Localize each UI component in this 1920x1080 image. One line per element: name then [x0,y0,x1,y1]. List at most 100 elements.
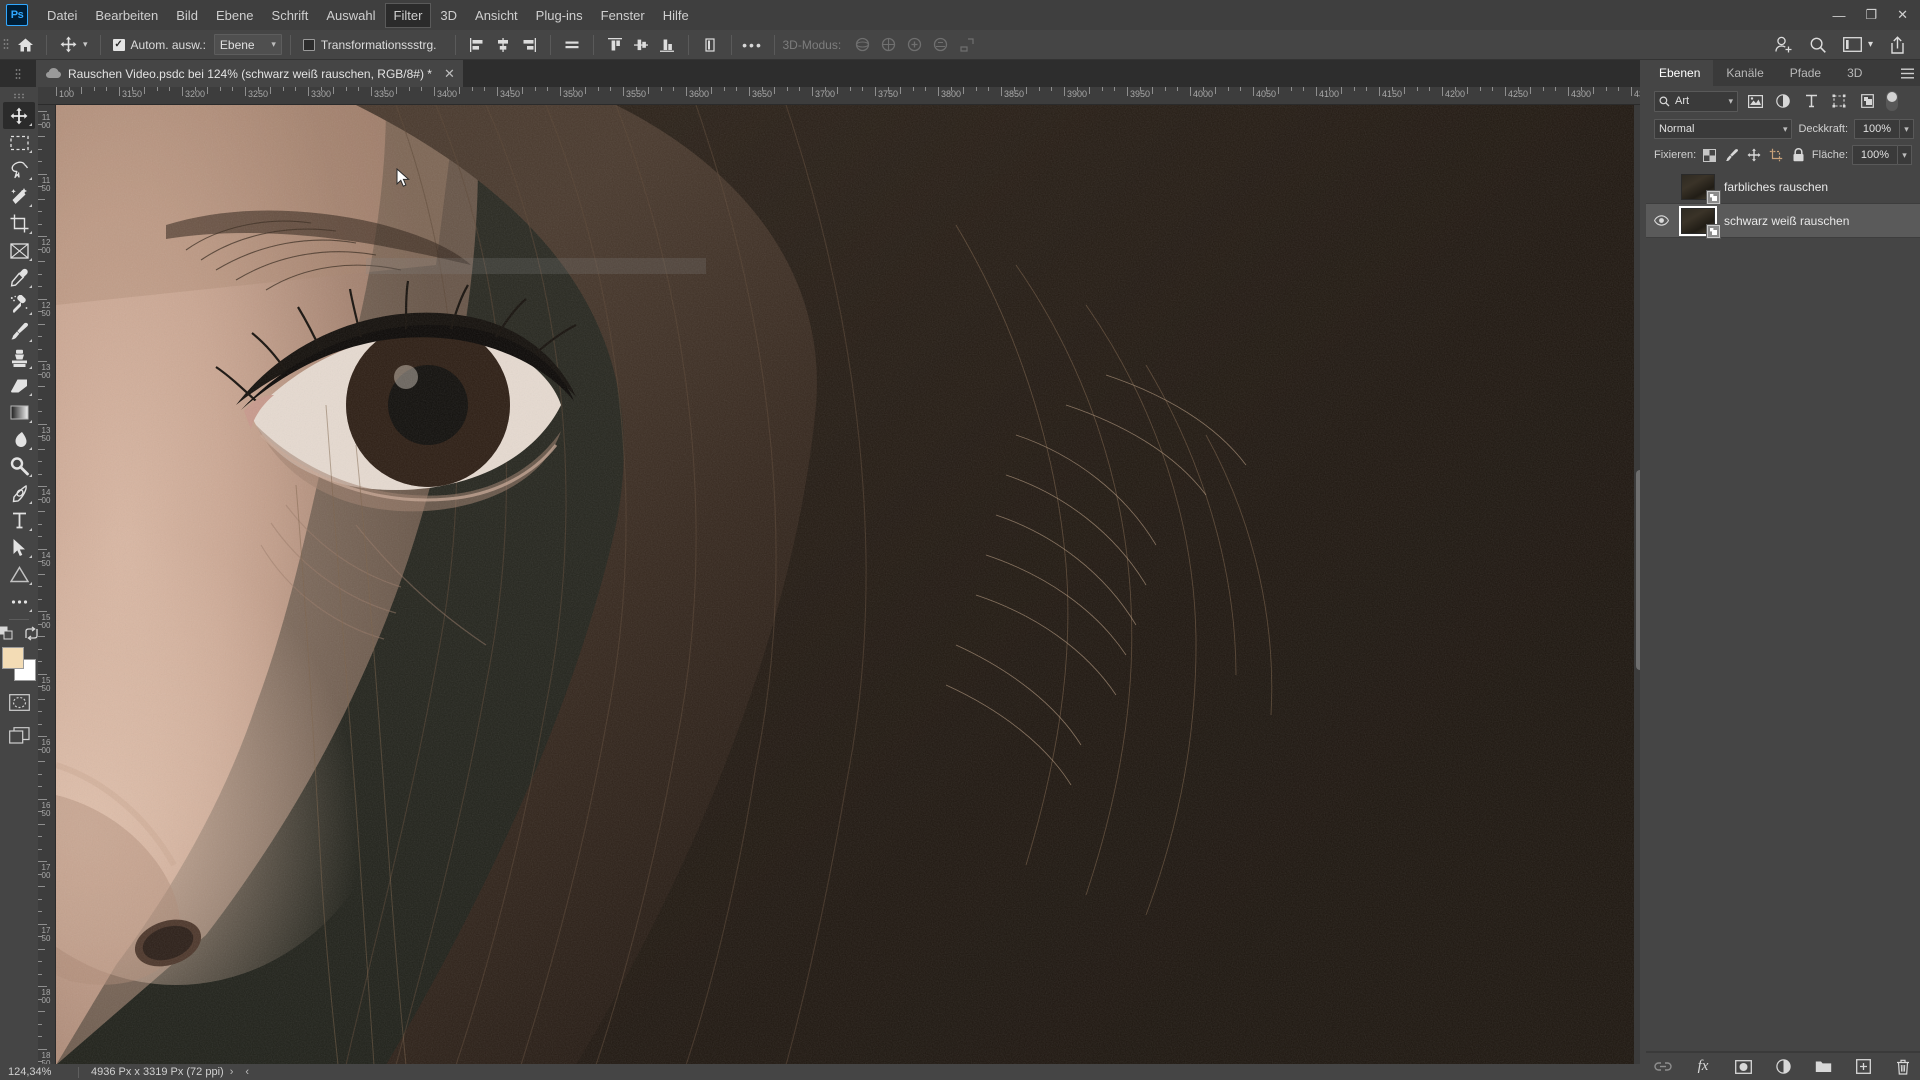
opacity-value[interactable]: 100% [1854,119,1900,139]
layer-filter-type-dropdown[interactable]: Art ▾ [1654,91,1738,112]
align-right-edges-icon[interactable] [518,34,540,56]
align-horizontal-centers-icon[interactable] [492,34,514,56]
auto-select-checkbox[interactable] [113,39,125,51]
tab-3d[interactable]: 3D [1834,60,1875,86]
zoom-level[interactable]: 124,34% [0,1066,78,1078]
new-group-icon[interactable] [1813,1057,1833,1077]
menu-item-plug-ins[interactable]: Plug-ins [527,3,592,28]
menu-item-ebene[interactable]: Ebene [207,3,263,28]
tab-pfade[interactable]: Pfade [1777,60,1834,86]
new-layer-icon[interactable] [1853,1057,1873,1077]
quick-mask-icon[interactable] [3,689,35,716]
menu-item-filter[interactable]: Filter [385,3,432,28]
menu-item-datei[interactable]: Datei [38,3,86,28]
search-icon[interactable] [1809,36,1827,54]
menu-item-auswahl[interactable]: Auswahl [317,3,384,28]
auto-select-checkbox-group[interactable]: Autom. ausw.: [113,38,206,52]
delete-layer-icon[interactable] [1893,1057,1913,1077]
filter-shape-icon[interactable] [1828,90,1850,112]
auto-select-scope-dropdown[interactable]: Ebene ▾ [214,34,282,55]
gradient-tool[interactable] [3,399,35,426]
pen-tool[interactable] [3,480,35,507]
distribute-icon[interactable] [699,34,721,56]
menu-item-bild[interactable]: Bild [167,3,207,28]
close-icon[interactable]: ✕ [444,69,455,79]
default-colors-icon[interactable] [0,626,14,641]
blur-tool[interactable] [3,426,35,453]
layer-thumbnail[interactable] [1678,206,1718,236]
lock-position-icon[interactable] [1745,145,1763,165]
add-user-icon[interactable] [1774,35,1793,54]
menu-item-hilfe[interactable]: Hilfe [654,3,698,28]
eraser-tool[interactable] [3,372,35,399]
blend-mode-dropdown[interactable]: Normal ▾ [1654,119,1792,139]
move-tool[interactable] [3,102,35,129]
close-window-button[interactable]: ✕ [1897,7,1908,23]
align-vertical-centers-icon[interactable] [630,34,652,56]
tool-preset-chevron-icon[interactable]: ▾ [83,39,88,50]
filter-pixel-icon[interactable] [1744,90,1766,112]
menu-item-fenster[interactable]: Fenster [592,3,654,28]
transform-controls-checkbox-group[interactable]: Transformationssstrg. [303,38,437,52]
lock-all-icon[interactable] [1790,145,1808,165]
rectangular-marquee-tool[interactable] [3,129,35,156]
share-icon[interactable] [1889,36,1906,54]
fill-chevron-icon[interactable]: ▾ [1898,145,1912,165]
brush-tool[interactable] [3,318,35,345]
home-icon[interactable] [12,32,38,58]
menu-item-bearbeiten[interactable]: Bearbeiten [86,3,167,28]
foreground-color-swatch[interactable] [2,647,24,669]
status-next-icon[interactable]: › [224,1066,240,1078]
layer-row[interactable]: schwarz weiß rauschen [1646,204,1920,238]
document-tab[interactable]: Rauschen Video.psdc bei 124% (schwarz we… [36,60,464,87]
filter-adjustment-icon[interactable] [1772,90,1794,112]
menu-item-ansicht[interactable]: Ansicht [466,3,527,28]
lock-image-pixels-icon[interactable] [1723,145,1741,165]
canvas-viewport[interactable] [56,105,1634,1065]
crop-tool[interactable] [3,210,35,237]
status-prev-icon[interactable]: ‹ [239,1066,255,1078]
options-bar-grip[interactable] [0,30,12,60]
horizontal-type-tool[interactable] [3,507,35,534]
move-tool-icon[interactable] [55,32,81,58]
tab-ebenen[interactable]: Ebenen [1646,60,1713,86]
layer-row[interactable]: farbliches rauschen [1646,170,1920,204]
filters-on-off-toggle[interactable] [1886,91,1898,111]
swap-colors-icon[interactable] [24,626,39,641]
workspace-switcher[interactable]: ▾ [1843,37,1873,52]
dodge-tool[interactable] [3,453,35,480]
toolbar-grip[interactable] [12,90,26,102]
align-middle-icon[interactable] [561,34,583,56]
align-left-edges-icon[interactable] [466,34,488,56]
link-layers-icon[interactable] [1653,1057,1673,1077]
layer-visibility-toggle[interactable] [1650,215,1672,226]
align-bottom-edges-icon[interactable] [656,34,678,56]
lock-transparent-pixels-icon[interactable] [1700,145,1718,165]
align-top-edges-icon[interactable] [604,34,626,56]
panel-menu-icon[interactable] [1894,60,1920,86]
clone-stamp-tool[interactable] [3,345,35,372]
shape-tool[interactable] [3,561,35,588]
menu-item-3d[interactable]: 3D [431,3,466,28]
filter-smart-object-icon[interactable] [1856,90,1878,112]
edit-toolbar-tool[interactable] [3,588,35,615]
document-image[interactable] [56,105,1634,1065]
new-adjustment-layer-icon[interactable] [1773,1057,1793,1077]
menu-item-schrift[interactable]: Schrift [263,3,318,28]
layer-thumbnail[interactable] [1678,172,1718,202]
maximize-button[interactable]: ❐ [1865,7,1877,23]
add-layer-mask-icon[interactable] [1733,1057,1753,1077]
tab-kan-le[interactable]: Kanäle [1713,60,1776,86]
lock-nesting-icon[interactable] [1767,145,1785,165]
minimize-button[interactable]: — [1832,8,1845,23]
object-selection-tool[interactable] [3,183,35,210]
path-selection-tool[interactable] [3,534,35,561]
frame-tool[interactable] [3,237,35,264]
eyedropper-tool[interactable] [3,264,35,291]
opacity-chevron-icon[interactable]: ▾ [1900,119,1914,139]
lasso-tool[interactable] [3,156,35,183]
color-swatches[interactable] [2,647,36,681]
tab-bar-grip[interactable] [0,60,36,87]
fill-value[interactable]: 100% [1852,145,1898,165]
spot-healing-brush-tool[interactable] [3,291,35,318]
